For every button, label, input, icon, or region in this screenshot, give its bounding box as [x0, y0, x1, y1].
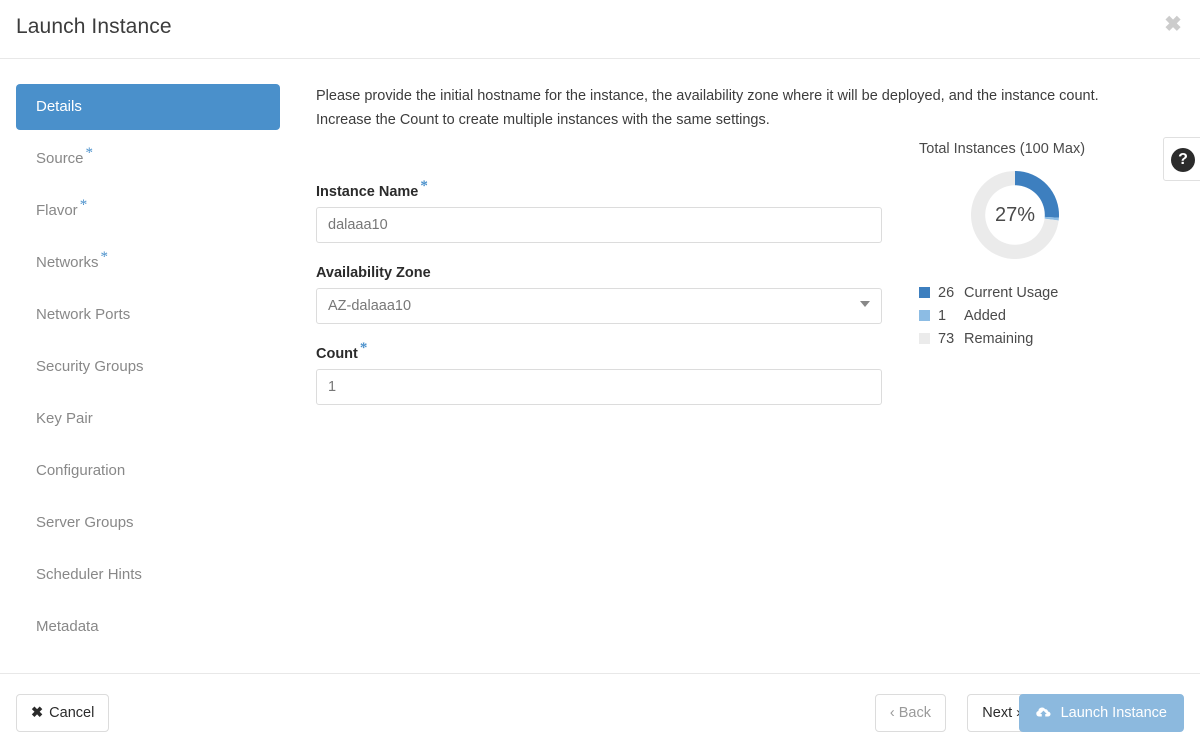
sidebar-item-label: Flavor	[36, 202, 78, 219]
launch-instance-label: Launch Instance	[1060, 705, 1167, 721]
count-label: Count *	[316, 340, 368, 362]
instance-name-input[interactable]	[316, 207, 882, 243]
sidebar-item-metadata[interactable]: Metadata	[16, 604, 280, 650]
pane-description: Please provide the initial hostname for …	[316, 88, 1099, 128]
help-button[interactable]: ?	[1163, 137, 1200, 181]
legend-swatch-icon	[919, 287, 930, 298]
availability-zone-label: Availability Zone	[316, 265, 431, 281]
cloud-upload-icon	[1035, 705, 1055, 721]
launch-instance-button[interactable]: Launch Instance	[1018, 694, 1184, 732]
sidebar-item-server-groups[interactable]: Server Groups	[16, 500, 280, 546]
question-mark-circle-icon: ?	[1171, 148, 1195, 172]
donut-center-label: 27%	[994, 203, 1036, 226]
required-asterisk: *	[100, 249, 109, 265]
modal-header: Launch Instance ✖	[0, 0, 1200, 59]
sidebar-item-label: Network Ports	[36, 306, 131, 323]
legend-row: 1 Added	[919, 304, 1149, 327]
field-group-count: Count *	[316, 340, 882, 405]
required-asterisk: *	[359, 340, 368, 357]
field-group-availability-zone: Availability Zone	[316, 265, 882, 324]
times-icon: ✖	[31, 705, 44, 721]
chevron-left-icon: ‹	[889, 705, 895, 721]
sidebar-item-label: Server Groups	[36, 514, 134, 531]
sidebar-item-label: Security Groups	[36, 358, 144, 375]
sidebar-item-networks[interactable]: Networks *	[16, 240, 280, 286]
quota-panel: Total Instances (100 Max) 27% 26 Current …	[919, 141, 1149, 350]
donut-legend: 26 Current Usage 1 Added 73 Remaining	[919, 281, 1149, 350]
next-label: Next	[982, 705, 1013, 721]
quota-title: Total Instances (100 Max)	[919, 141, 1086, 157]
close-icon[interactable]: ✖	[1162, 14, 1184, 36]
sidebar-item-label: Source	[36, 150, 84, 167]
modal-body: Details Source * Flavor * Networks * Network Po…	[0, 59, 1200, 673]
sidebar-item-details[interactable]: Details	[16, 84, 280, 130]
count-input[interactable]	[316, 369, 882, 405]
field-group-instance-name: Instance Name *	[316, 178, 882, 243]
sidebar-item-configuration[interactable]: Configuration	[16, 448, 280, 494]
legend-value: 73	[938, 330, 955, 347]
required-asterisk: *	[79, 197, 88, 213]
sidebar-item-label: Details	[36, 98, 82, 115]
cancel-label: Cancel	[49, 705, 95, 721]
wizard-step-nav: Details Source * Flavor * Networks * Network Po…	[16, 84, 280, 656]
sidebar-item-key-pair[interactable]: Key Pair	[16, 396, 280, 442]
sidebar-item-security-groups[interactable]: Security Groups	[16, 344, 280, 390]
legend-label: Remaining	[964, 330, 1034, 347]
sidebar-item-flavor[interactable]: Flavor *	[16, 188, 280, 234]
details-form: Instance Name* Availability Zone Count*	[316, 178, 882, 427]
sidebar-item-source[interactable]: Source *	[16, 136, 280, 182]
page-title: Launch Instance	[16, 15, 172, 38]
availability-zone-select[interactable]	[316, 288, 882, 324]
legend-row: 26 Current Usage	[919, 281, 1149, 304]
legend-row: 73 Remaining	[919, 327, 1149, 350]
sidebar-item-network-ports[interactable]: Network Ports	[16, 292, 280, 338]
legend-swatch-icon	[919, 310, 930, 321]
legend-label: Added	[964, 307, 1006, 324]
sidebar-item-label: Configuration	[36, 462, 126, 479]
instance-name-label: Instance Name *	[316, 178, 428, 200]
legend-value: 26	[938, 284, 955, 301]
sidebar-item-label: Metadata	[36, 618, 99, 635]
sidebar-item-scheduler-hints[interactable]: Scheduler Hints	[16, 552, 280, 598]
back-button[interactable]: ‹ Back	[874, 694, 946, 732]
sidebar-item-label: Key Pair	[36, 410, 93, 427]
legend-swatch-icon	[919, 333, 930, 344]
back-label: Back	[898, 705, 931, 721]
required-asterisk: *	[420, 178, 428, 195]
total-instances-donut-chart: 27%	[967, 167, 1063, 263]
cancel-button[interactable]: ✖ Cancel	[16, 694, 110, 732]
sidebar-item-label: Networks	[36, 254, 99, 271]
legend-label: Current Usage	[964, 284, 1059, 301]
availability-zone-select-wrap	[316, 288, 882, 324]
legend-value: 1	[938, 307, 947, 324]
sidebar-item-label: Scheduler Hints	[36, 566, 142, 583]
launch-instance-modal: Launch Instance ✖ Details Source * Flavor * N…	[0, 0, 1200, 748]
required-asterisk: *	[85, 145, 94, 161]
modal-footer: ✖Cancel ‹ Back Next › Launch Instance	[0, 673, 1200, 748]
